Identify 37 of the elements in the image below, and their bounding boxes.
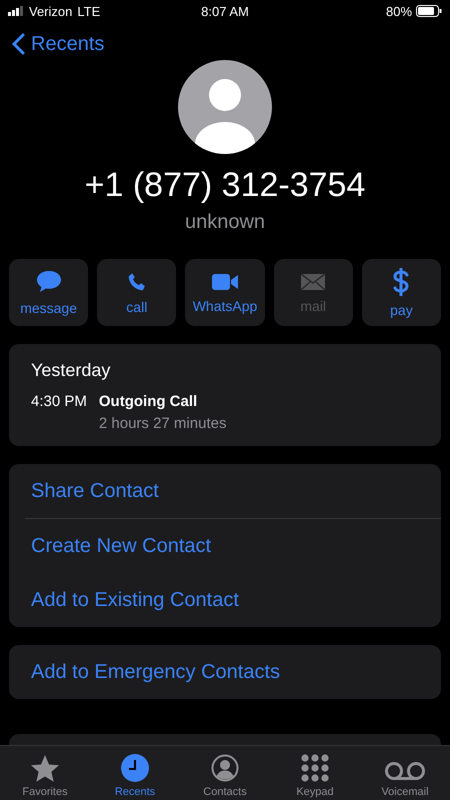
video-camera-icon xyxy=(211,272,239,292)
chevron-icon xyxy=(12,33,25,55)
contact-label: unknown xyxy=(184,211,266,234)
call-duration: 2 hours 27 minutes xyxy=(98,415,226,432)
voicemail-icon xyxy=(384,762,426,782)
call-button[interactable]: call xyxy=(97,259,176,326)
tab[interactable]: Recents xyxy=(90,746,180,800)
tab[interactable]: Keypad xyxy=(270,746,360,800)
status-time: 8:07 AM xyxy=(201,4,249,18)
emergency-option[interactable]: Add to Emergency Contacts xyxy=(9,645,441,699)
keypad-icon xyxy=(301,754,329,782)
signal-icon xyxy=(8,6,24,16)
star-icon xyxy=(30,754,60,782)
battery-icon xyxy=(416,5,442,17)
call-type: Outgoing Call xyxy=(98,393,198,410)
message-button[interactable]: message xyxy=(9,259,88,326)
contact-option[interactable]: Add to Existing Contact xyxy=(9,573,441,627)
contact-option[interactable]: Share Contact xyxy=(9,464,441,518)
contact-option[interactable]: Create New Contact xyxy=(9,519,441,573)
speech-bubble-icon xyxy=(36,270,62,294)
back-button[interactable]: Recents xyxy=(12,32,104,56)
video-button[interactable]: WhatsApp xyxy=(185,259,265,326)
tab[interactable]: Favorites xyxy=(0,746,90,800)
envelope-icon xyxy=(300,272,326,292)
carrier-name: Verizon xyxy=(29,4,72,18)
avatar-icon xyxy=(178,60,272,154)
network-type: LTE xyxy=(77,4,100,18)
tab[interactable]: Voicemail xyxy=(360,746,450,800)
pay-button[interactable]: pay xyxy=(362,259,442,326)
call-time: 4:30 PM xyxy=(31,393,87,412)
battery-percent: 80% xyxy=(386,4,412,18)
call-day: Yesterday xyxy=(31,360,419,381)
tab[interactable]: Contacts xyxy=(180,746,270,800)
dollar-icon xyxy=(393,268,410,296)
phone-number: +1 (877) 312-3754 xyxy=(84,166,366,205)
person-circle-icon xyxy=(211,754,239,782)
clock-icon xyxy=(121,754,149,782)
